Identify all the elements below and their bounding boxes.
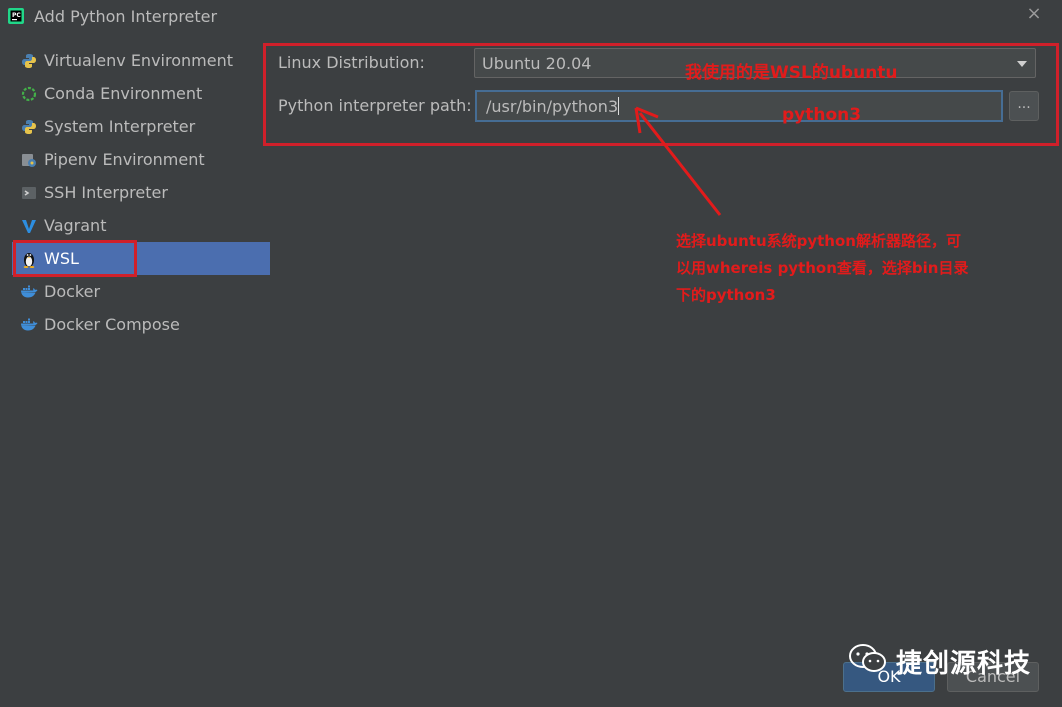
sidebar-item-label: Conda Environment: [44, 84, 203, 103]
title-bar: PC Add Python Interpreter ×: [0, 0, 1062, 34]
path-annotation-line: 选择ubuntu系统python解析器路径，可: [676, 232, 961, 250]
sidebar-item-virtualenv[interactable]: Virtualenv Environment: [12, 44, 270, 77]
python-icon: [20, 52, 38, 70]
wsl-annotation: 我使用的是WSL的ubuntu: [685, 63, 898, 83]
wechat-icon: [848, 643, 888, 679]
vagrant-icon: [20, 217, 38, 235]
path-annotation-line: 以用whereis python查看，选择bin目录: [676, 259, 969, 277]
python-icon: [20, 118, 38, 136]
path-annotation: 选择ubuntu系统python解析器路径，可 以用whereis python…: [676, 228, 996, 309]
sidebar-item-label: System Interpreter: [44, 117, 196, 136]
sidebar-item-docker-compose[interactable]: Docker Compose: [12, 308, 270, 341]
docker-icon: [20, 283, 38, 301]
sidebar-item-label: Docker Compose: [44, 315, 180, 334]
pipenv-icon: [20, 151, 38, 169]
path-annotation-line: 下的python3: [676, 286, 776, 304]
python3-annotation: python3: [782, 105, 862, 125]
wsl-highlight-box: [13, 240, 137, 277]
sidebar-item-pipenv[interactable]: Pipenv Environment: [12, 143, 270, 176]
sidebar-item-conda[interactable]: Conda Environment: [12, 77, 270, 110]
sidebar-item-system-interpreter[interactable]: System Interpreter: [12, 110, 270, 143]
sidebar-item-label: Vagrant: [44, 216, 107, 235]
watermark: 捷创源科技: [848, 643, 1032, 679]
terminal-icon: [20, 184, 38, 202]
sidebar-item-ssh[interactable]: SSH Interpreter: [12, 176, 270, 209]
sidebar-item-label: Docker: [44, 282, 101, 301]
svg-text:PC: PC: [12, 12, 21, 19]
window-title: Add Python Interpreter: [34, 7, 218, 26]
watermark-text: 捷创源科技: [896, 648, 1032, 679]
conda-icon: [20, 85, 38, 103]
sidebar-item-vagrant[interactable]: Vagrant: [12, 209, 270, 242]
sidebar-item-label: Pipenv Environment: [44, 150, 205, 169]
sidebar-item-label: Virtualenv Environment: [44, 51, 233, 70]
docker-icon: [20, 316, 38, 334]
sidebar-item-docker[interactable]: Docker: [12, 275, 270, 308]
annotation-arrow: [634, 106, 722, 216]
close-icon[interactable]: ×: [1024, 4, 1044, 24]
interpreter-type-list: Virtualenv Environment Conda Environment…: [12, 44, 270, 341]
sidebar-item-label: SSH Interpreter: [44, 183, 168, 202]
pycharm-icon: PC: [8, 8, 24, 24]
